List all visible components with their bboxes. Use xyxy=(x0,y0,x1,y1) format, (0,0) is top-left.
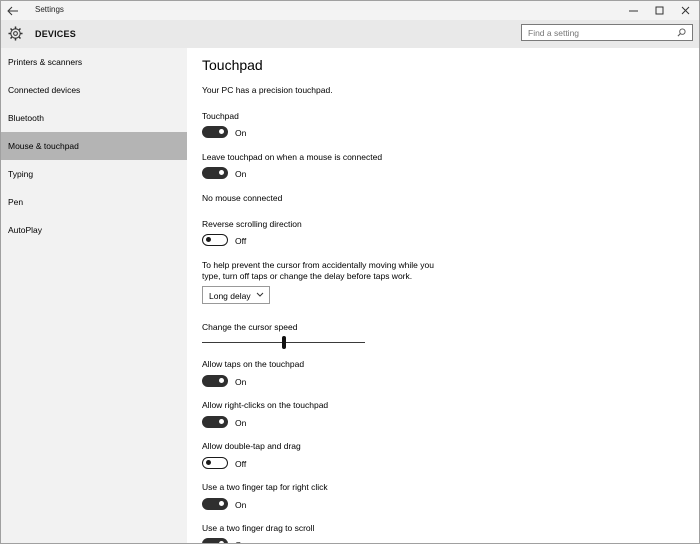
no-mouse-status: No mouse connected xyxy=(202,193,283,203)
slider-thumb[interactable] xyxy=(281,336,286,349)
reverse-scroll-label: Reverse scrolling direction xyxy=(202,219,302,229)
allow-taps-toggle[interactable] xyxy=(202,375,228,387)
cursor-speed-label: Change the cursor speed xyxy=(202,322,298,332)
page-title: Touchpad xyxy=(202,57,263,73)
double-tap-label: Allow double-tap and drag xyxy=(202,441,301,451)
right-clicks-label: Allow right-clicks on the touchpad xyxy=(202,400,329,410)
allow-taps-toggle-state: On xyxy=(235,377,247,387)
sidebar-item-label: Bluetooth xyxy=(8,113,44,123)
sidebar-item-label: AutoPlay xyxy=(8,225,43,235)
tap-delay-value: Long delay xyxy=(209,291,251,301)
double-tap-toggle[interactable] xyxy=(202,457,228,469)
close-button[interactable] xyxy=(671,1,699,20)
reverse-scroll-toggle-state: Off xyxy=(235,236,247,246)
settings-content: Touchpad Your PC has a precision touchpa… xyxy=(187,48,699,543)
toggle-knob xyxy=(219,378,224,383)
sidebar-item-label: Pen xyxy=(8,197,24,207)
toggle-knob xyxy=(206,237,211,242)
sidebar-item-bluetooth[interactable]: Bluetooth xyxy=(1,104,187,132)
toggle-knob xyxy=(219,419,224,424)
section-header: DEVICES Find a setting xyxy=(1,20,699,48)
tap-delay-dropdown[interactable]: Long delay xyxy=(202,286,270,304)
sidebar-item-mouse-touchpad[interactable]: Mouse & touchpad xyxy=(1,132,187,160)
sidebar-item-label: Typing xyxy=(8,169,34,179)
sidebar-item-autoplay[interactable]: AutoPlay xyxy=(1,216,187,244)
window-title: Settings xyxy=(35,5,64,14)
toggle-knob xyxy=(219,170,224,175)
title-bar: Settings xyxy=(1,1,699,20)
close-icon xyxy=(681,6,690,15)
precision-note: Your PC has a precision touchpad. xyxy=(202,85,333,95)
leave-on-toggle[interactable] xyxy=(202,167,228,179)
maximize-icon xyxy=(655,6,664,15)
touchpad-label: Touchpad xyxy=(202,111,239,121)
toggle-knob xyxy=(206,460,211,465)
sidebar-item-label: Printers & scanners xyxy=(8,57,83,67)
toggle-knob xyxy=(219,129,224,134)
sidebar-item-printers-scanners[interactable]: Printers & scanners xyxy=(1,48,187,76)
sidebar-item-typing[interactable]: Typing xyxy=(1,160,187,188)
two-finger-drag-toggle[interactable] xyxy=(202,538,228,543)
search-placeholder: Find a setting xyxy=(528,28,580,38)
two-finger-tap-label: Use a two finger tap for right click xyxy=(202,482,328,492)
sidebar: Printers & scanners Connected devices Bl… xyxy=(1,48,187,543)
minimize-icon xyxy=(629,10,638,12)
settings-window: Settings DEVICES Find a setting Printers… xyxy=(0,0,700,544)
back-arrow-icon xyxy=(7,6,18,16)
slider-fill xyxy=(202,342,284,343)
delay-help-line2: type, turn off taps or change the delay … xyxy=(202,271,413,281)
back-button[interactable] xyxy=(7,3,25,17)
sidebar-item-pen[interactable]: Pen xyxy=(1,188,187,216)
delay-help-line1: To help prevent the cursor from accident… xyxy=(202,260,434,270)
allow-taps-label: Allow taps on the touchpad xyxy=(202,359,305,369)
search-icon[interactable] xyxy=(677,28,686,37)
cursor-speed-slider[interactable] xyxy=(202,336,365,349)
right-clicks-toggle-state: On xyxy=(235,418,247,428)
two-finger-tap-toggle-state: On xyxy=(235,500,247,510)
two-finger-drag-toggle-state: On xyxy=(235,540,246,543)
toggle-knob xyxy=(219,501,224,506)
section-title: DEVICES xyxy=(35,29,76,39)
two-finger-tap-toggle[interactable] xyxy=(202,498,228,510)
sidebar-item-label: Connected devices xyxy=(8,85,81,95)
chevron-down-icon xyxy=(256,292,264,297)
sidebar-item-connected-devices[interactable]: Connected devices xyxy=(1,76,187,104)
leave-on-label: Leave touchpad on when a mouse is connec… xyxy=(202,152,383,162)
search-input[interactable]: Find a setting xyxy=(521,24,693,41)
double-tap-toggle-state: Off xyxy=(235,459,247,469)
touchpad-toggle-state: On xyxy=(235,128,247,138)
right-clicks-toggle[interactable] xyxy=(202,416,228,428)
two-finger-drag-label: Use a two finger drag to scroll xyxy=(202,523,315,533)
sidebar-item-label: Mouse & touchpad xyxy=(8,141,79,151)
gear-icon xyxy=(8,26,23,41)
touchpad-toggle[interactable] xyxy=(202,126,228,138)
reverse-scroll-toggle[interactable] xyxy=(202,234,228,246)
leave-on-toggle-state: On xyxy=(235,169,247,179)
